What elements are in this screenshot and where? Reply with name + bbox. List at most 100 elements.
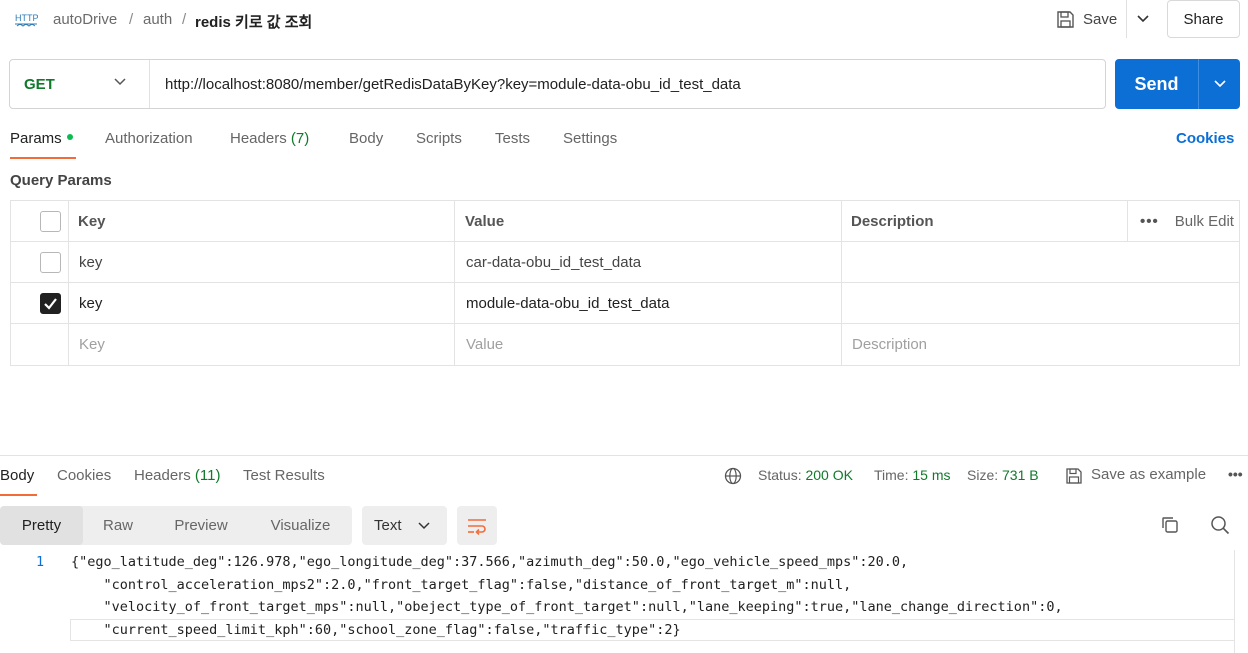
copy-icon (1162, 517, 1178, 533)
chevron-down-icon (114, 78, 126, 86)
status-label: Status: (758, 467, 802, 483)
table-row-new: Key Value Description (11, 324, 1239, 365)
send-button-group: Send (1115, 59, 1240, 109)
param-value-cell[interactable]: car-data-obu_id_test_data (466, 242, 641, 282)
new-key-input[interactable]: Key (79, 324, 105, 364)
tab-params[interactable]: Params (10, 130, 73, 147)
headers-count: (7) (290, 130, 310, 147)
tab-authorization[interactable]: Authorization (105, 130, 193, 147)
active-tab-indicator (0, 494, 37, 496)
send-options-dropdown[interactable] (1198, 59, 1240, 109)
query-params-table: Key Value Description ••• Bulk Edit key … (10, 200, 1240, 366)
chevron-down-icon (417, 521, 430, 529)
request-name[interactable]: redis 키로 값 조회 (195, 11, 312, 32)
breadcrumb-folder[interactable]: auth (143, 11, 172, 28)
table-row: key car-data-obu_id_test_data (11, 242, 1239, 283)
query-params-title: Query Params (10, 172, 112, 189)
response-headers-count: (11) (194, 467, 221, 484)
tab-scripts[interactable]: Scripts (416, 130, 462, 147)
tab-test-results[interactable]: Test Results (243, 467, 325, 484)
time-info[interactable]: Time: 15 ms (874, 467, 951, 483)
row-checkbox-checked[interactable] (40, 293, 61, 314)
bulk-edit-button[interactable]: Bulk Edit (1175, 213, 1234, 230)
tab-headers-label: Headers (230, 130, 287, 147)
view-pretty-button[interactable]: Pretty (0, 506, 83, 545)
breadcrumb-collection[interactable]: autoDrive (53, 11, 117, 28)
select-all-checkbox[interactable] (40, 211, 61, 232)
line-number: 1 (36, 554, 45, 570)
code-line: "current_speed_limit_kph":60,"school_zon… (71, 622, 681, 638)
checkmark-icon (44, 298, 57, 310)
more-options-icon[interactable]: ••• (1140, 213, 1159, 230)
view-raw-button[interactable]: Raw (83, 506, 153, 545)
format-label: Text (374, 517, 402, 534)
response-divider (0, 455, 1248, 456)
send-button[interactable]: Send (1115, 59, 1198, 109)
tab-headers[interactable]: Headers (7) (230, 130, 309, 147)
save-example-icon (1066, 468, 1082, 484)
row-checkbox[interactable] (40, 252, 61, 273)
globe-icon[interactable] (724, 467, 742, 485)
response-view-toggle: Pretty Raw Preview Visualize (0, 506, 352, 545)
column-header-description: Description (851, 212, 934, 230)
status-info[interactable]: Status: 200 OK (758, 467, 853, 483)
save-as-example-button[interactable]: Save as example (1091, 466, 1206, 483)
bulk-edit-area: ••• Bulk Edit (1127, 201, 1239, 241)
tab-response-headers[interactable]: Headers (11) (134, 467, 220, 484)
tab-body[interactable]: Body (349, 130, 383, 147)
param-key-cell[interactable]: key (79, 242, 102, 282)
tab-settings[interactable]: Settings (563, 130, 617, 147)
response-tabs: Body Cookies Headers (11) Test Results S… (0, 466, 1248, 496)
code-line: "velocity_of_front_target_mps":null,"obe… (71, 599, 1063, 615)
active-tab-indicator (10, 157, 76, 159)
chevron-down-icon (1136, 15, 1149, 23)
cookies-link[interactable]: Cookies (1176, 130, 1234, 147)
share-button[interactable]: Share (1167, 0, 1240, 38)
code-line: {"ego_latitude_deg":126.978,"ego_longitu… (71, 554, 909, 570)
chevron-down-icon (1213, 80, 1226, 88)
size-label: Size: (967, 467, 999, 483)
size-value: 731 B (1002, 467, 1039, 483)
request-tabs: Params Authorization Headers (7) Body Sc… (0, 128, 1248, 162)
table-row: key module-data-obu_id_test_data (11, 283, 1239, 324)
http-request-icon: HTTP (15, 13, 38, 27)
code-line: "control_acceleration_mps2":2.0,"front_t… (71, 577, 852, 593)
save-icon (1057, 10, 1074, 28)
top-bar: HTTP autoDrive / auth / redis 키로 값 조회 Sa… (0, 0, 1248, 40)
param-value-cell[interactable]: module-data-obu_id_test_data (466, 283, 669, 323)
tab-response-body[interactable]: Body (0, 467, 34, 484)
wrap-lines-icon (468, 518, 486, 535)
breadcrumb-separator: / (182, 11, 187, 28)
url-bar: GET http://localhost:8080/member/getRedi… (9, 59, 1106, 109)
method-label: GET (24, 76, 55, 93)
save-options-dropdown[interactable] (1126, 0, 1158, 38)
tab-tests[interactable]: Tests (495, 130, 530, 147)
url-input[interactable]: http://localhost:8080/member/getRedisDat… (165, 76, 741, 93)
table-header-row: Key Value Description ••• Bulk Edit (11, 201, 1239, 242)
copy-button[interactable] (1158, 513, 1182, 537)
save-button[interactable]: Save (1050, 4, 1123, 34)
vertical-scrollbar[interactable] (1234, 550, 1248, 653)
column-header-key: Key (78, 212, 106, 230)
search-button[interactable] (1208, 513, 1232, 537)
new-description-input[interactable]: Description (852, 324, 927, 364)
more-options-icon[interactable]: ••• (1228, 466, 1243, 482)
param-key-cell[interactable]: key (79, 283, 102, 323)
wrap-lines-button[interactable] (457, 506, 497, 545)
size-info[interactable]: Size: 731 B (967, 467, 1039, 483)
view-visualize-button[interactable]: Visualize (249, 506, 352, 545)
response-body-code[interactable]: 1 {"ego_latitude_deg":126.978,"ego_longi… (0, 550, 1248, 653)
time-label: Time: (874, 467, 909, 483)
save-label: Save (1083, 10, 1118, 28)
tab-response-headers-label: Headers (134, 467, 191, 484)
tab-response-cookies[interactable]: Cookies (57, 467, 111, 484)
search-icon (1211, 516, 1230, 535)
time-value: 15 ms (912, 467, 951, 483)
svg-text:HTTP: HTTP (15, 13, 38, 23)
tab-params-label: Params (10, 130, 62, 147)
params-active-dot (66, 134, 73, 141)
view-preview-button[interactable]: Preview (153, 506, 249, 545)
new-value-input[interactable]: Value (466, 324, 503, 364)
method-select[interactable]: GET (10, 60, 150, 108)
format-select[interactable]: Text (362, 506, 447, 545)
